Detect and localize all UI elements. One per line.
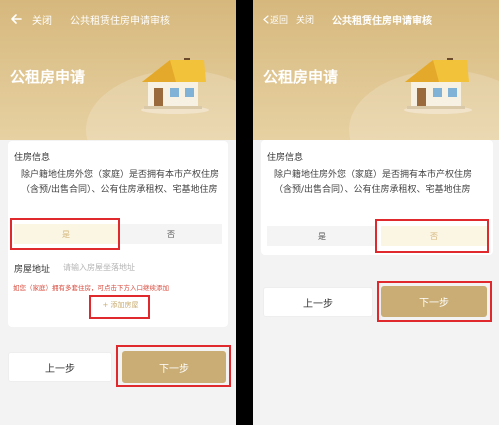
- add-house-button[interactable]: + 添加房屋: [93, 298, 148, 312]
- house-icon: [141, 58, 209, 114]
- page-title: 公共租赁住房申请审核: [332, 15, 433, 27]
- address-input[interactable]: [63, 261, 213, 273]
- close-button[interactable]: 关闭: [32, 12, 52, 27]
- house-icon: [404, 58, 472, 114]
- page-title: 公共租赁住房申请审核: [70, 15, 170, 27]
- top-navigation-bar: 关闭 公共租赁住房申请审核: [0, 0, 236, 38]
- hero-title: 公租房申请: [263, 68, 339, 86]
- multiple-house-hint: 如您（家庭）拥有多套住房，可点击下方入口继续添加: [13, 284, 169, 292]
- hero-banner: 返回 关闭 公共租赁住房申请审核 公租房申请: [253, 0, 499, 140]
- option-no[interactable]: 否: [381, 226, 487, 246]
- next-step-button[interactable]: 下一步: [381, 286, 487, 317]
- close-button[interactable]: 关闭: [296, 13, 314, 26]
- option-no[interactable]: 否: [120, 224, 222, 244]
- arrow-left-icon: [11, 14, 22, 24]
- ownership-question: 除户籍地住房外您（家庭）是否拥有本市产权住房（含预/出售合同）、公有住房承租权、…: [21, 170, 220, 195]
- option-yes[interactable]: 是: [267, 226, 377, 246]
- left-screen: 关闭 公共租赁住房申请审核 公租房申请 住房信息 除户籍地住房外您（家庭）是否拥…: [0, 0, 236, 425]
- back-button[interactable]: 返回: [263, 13, 288, 26]
- right-screen: 返回 关闭 公共租赁住房申请审核 公租房申请 住房信息 除户籍地住房外您（家庭）…: [253, 0, 499, 425]
- option-yes[interactable]: 是: [14, 224, 118, 244]
- top-navigation-bar: 返回 关闭 公共租赁住房申请审核: [253, 0, 499, 38]
- prev-step-button[interactable]: 上一步: [263, 287, 373, 317]
- ownership-question: 除户籍地住房外您（家庭）是否拥有本市产权住房（含预/出售合同）、公有住房承租权、…: [274, 170, 473, 195]
- back-label: 返回: [270, 15, 289, 26]
- hero-banner: 关闭 公共租赁住房申请审核 公租房申请: [0, 0, 236, 140]
- address-label: 房屋地址: [14, 265, 51, 275]
- prev-step-button[interactable]: 上一步: [8, 352, 112, 382]
- housing-info-card: 住房信息 除户籍地住房外您（家庭）是否拥有本市产权住房（含预/出售合同）、公有住…: [8, 141, 228, 327]
- section-title: 住房信息: [14, 153, 51, 163]
- next-step-button[interactable]: 下一步: [122, 351, 226, 383]
- housing-info-card: 住房信息 除户籍地住房外您（家庭）是否拥有本市产权住房（含预/出售合同）、公有住…: [261, 140, 493, 255]
- section-title: 住房信息: [267, 153, 304, 163]
- hero-title: 公租房申请: [10, 68, 86, 86]
- back-button[interactable]: [10, 13, 22, 25]
- chevron-left-icon: [263, 14, 269, 24]
